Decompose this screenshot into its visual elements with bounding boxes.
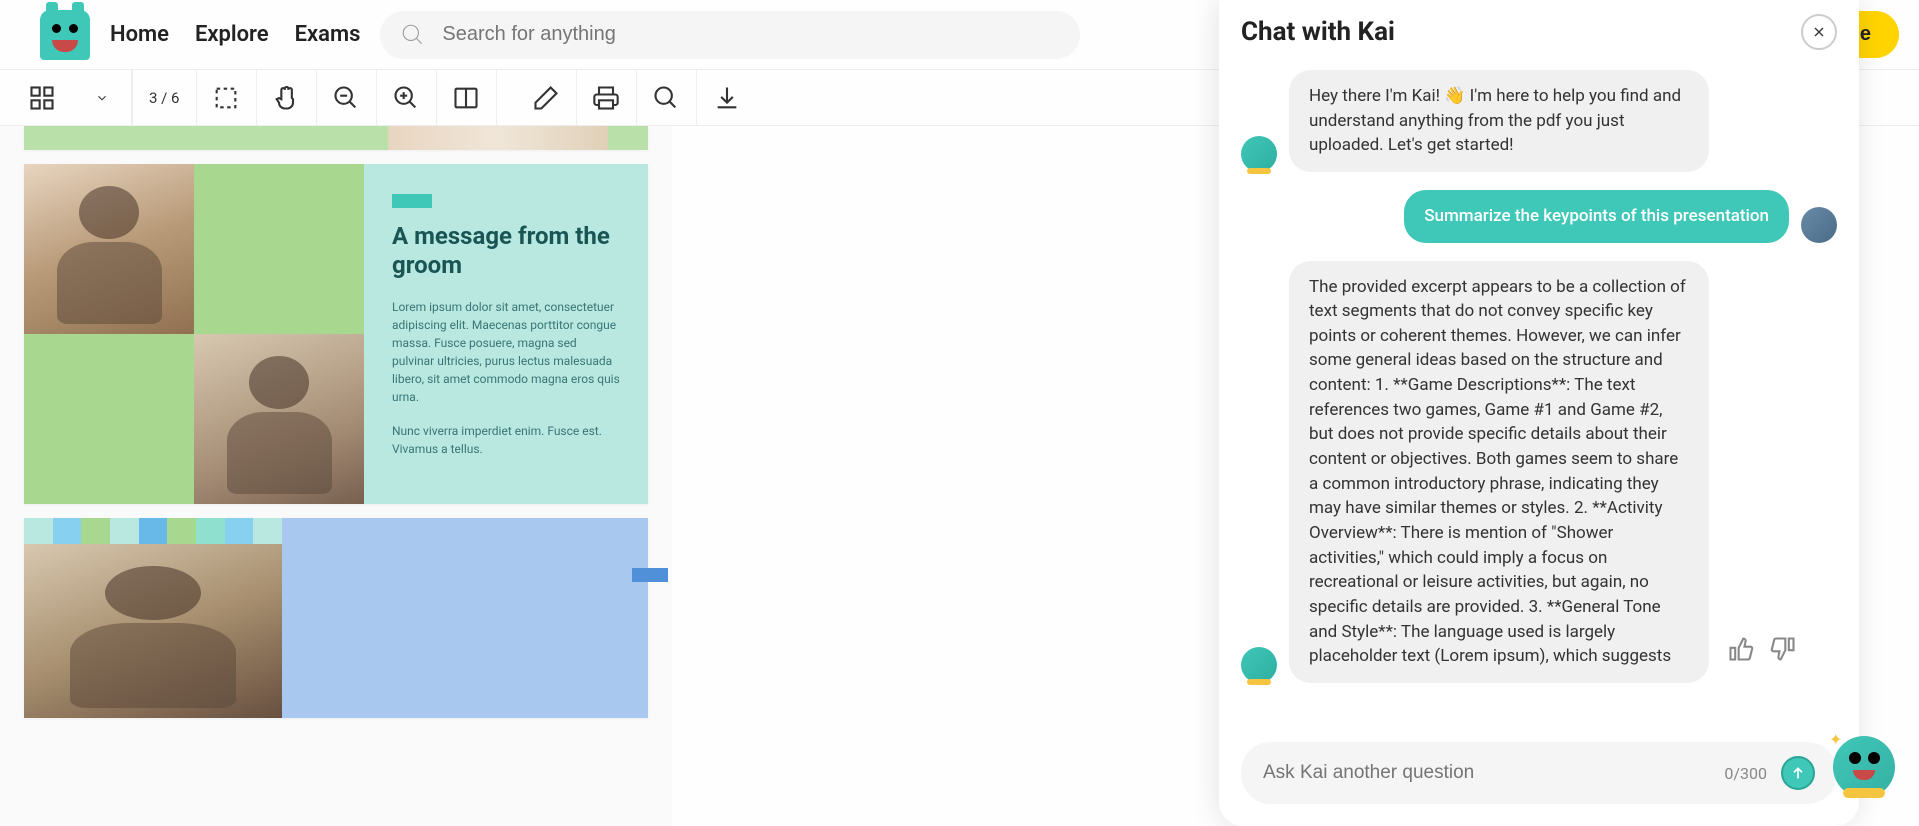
edit-tool[interactable] xyxy=(517,70,577,126)
search-input[interactable] xyxy=(442,23,1060,46)
thumbs-up-icon xyxy=(1727,635,1755,663)
slide-partial-top xyxy=(24,126,648,150)
message-row-kai: Hey there I'm Kai! 👋 I'm here to help yo… xyxy=(1241,70,1837,172)
page-counter: 3 / 6 xyxy=(133,70,197,126)
chat-header: Chat with Kai xyxy=(1219,0,1859,58)
slide-4 xyxy=(24,518,648,718)
slide-right-panel xyxy=(282,518,648,718)
grid-view-button[interactable] xyxy=(12,70,72,126)
search-in-doc-button[interactable] xyxy=(637,70,697,126)
kai-message-bubble: The provided excerpt appears to be a col… xyxy=(1289,261,1709,683)
message-row-user: Summarize the keypoints of this presenta… xyxy=(1241,190,1837,243)
chat-messages[interactable]: Hey there I'm Kai! 👋 I'm here to help yo… xyxy=(1219,58,1859,734)
zoom-in-button[interactable] xyxy=(377,70,437,126)
kai-message-bubble: Hey there I'm Kai! 👋 I'm here to help yo… xyxy=(1289,70,1709,172)
nav-explore[interactable]: Explore xyxy=(195,22,269,47)
nav-home[interactable]: Home xyxy=(110,22,169,47)
char-count: 0/300 xyxy=(1724,764,1767,783)
select-tool[interactable] xyxy=(197,70,257,126)
close-icon xyxy=(1811,24,1827,40)
slide-photo xyxy=(24,164,194,334)
slide-photo xyxy=(24,544,282,718)
feedback-buttons xyxy=(1727,635,1797,663)
split-view-button[interactable] xyxy=(437,70,497,126)
user-avatar xyxy=(1801,207,1837,243)
thumbs-down-icon xyxy=(1769,635,1797,663)
close-chat-button[interactable] xyxy=(1801,14,1837,50)
slide-photo xyxy=(194,334,364,504)
user-message-bubble: Summarize the keypoints of this presenta… xyxy=(1404,190,1789,243)
slide-accent-block xyxy=(194,164,364,334)
zoom-out-button[interactable] xyxy=(317,70,377,126)
search-icon xyxy=(400,22,426,48)
slide-3: A message from the groom Lorem ipsum dol… xyxy=(24,164,648,504)
slide-text-panel: A message from the groom Lorem ipsum dol… xyxy=(364,164,648,504)
brand-logo[interactable] xyxy=(40,10,90,60)
accent-bar xyxy=(392,194,432,208)
document-viewer: A message from the groom Lorem ipsum dol… xyxy=(0,126,672,826)
kai-avatar xyxy=(1241,136,1277,172)
slide-body-text: Lorem ipsum dolor sit amet, consectetuer… xyxy=(392,298,620,406)
print-button[interactable] xyxy=(577,70,637,126)
send-button[interactable] xyxy=(1781,756,1815,790)
kai-avatar xyxy=(1241,647,1277,683)
chat-input-container: 0/300 xyxy=(1241,742,1837,804)
document-scroll[interactable]: A message from the groom Lorem ipsum dol… xyxy=(0,126,672,826)
thumbs-down-button[interactable] xyxy=(1769,635,1797,663)
chat-title: Chat with Kai xyxy=(1241,17,1395,47)
download-button[interactable] xyxy=(697,70,757,126)
pan-tool[interactable] xyxy=(257,70,317,126)
chat-panel: Chat with Kai Hey there I'm Kai! 👋 I'm h… xyxy=(1219,0,1859,826)
message-row-kai: The provided excerpt appears to be a col… xyxy=(1241,261,1837,683)
view-dropdown[interactable] xyxy=(72,70,132,126)
thumbs-up-button[interactable] xyxy=(1727,635,1755,663)
arrow-up-icon xyxy=(1790,765,1806,781)
nav-exams[interactable]: Exams xyxy=(295,22,361,47)
chat-input[interactable] xyxy=(1263,762,1710,784)
kai-floating-button[interactable] xyxy=(1833,736,1895,798)
slide-title: A message from the groom xyxy=(392,222,620,280)
search-container[interactable] xyxy=(380,11,1080,59)
slide-accent-block xyxy=(24,334,194,504)
slide-body-text: Nunc viverra imperdiet enim. Fusce est. … xyxy=(392,422,620,458)
nav-links: Home Explore Exams xyxy=(110,22,360,47)
